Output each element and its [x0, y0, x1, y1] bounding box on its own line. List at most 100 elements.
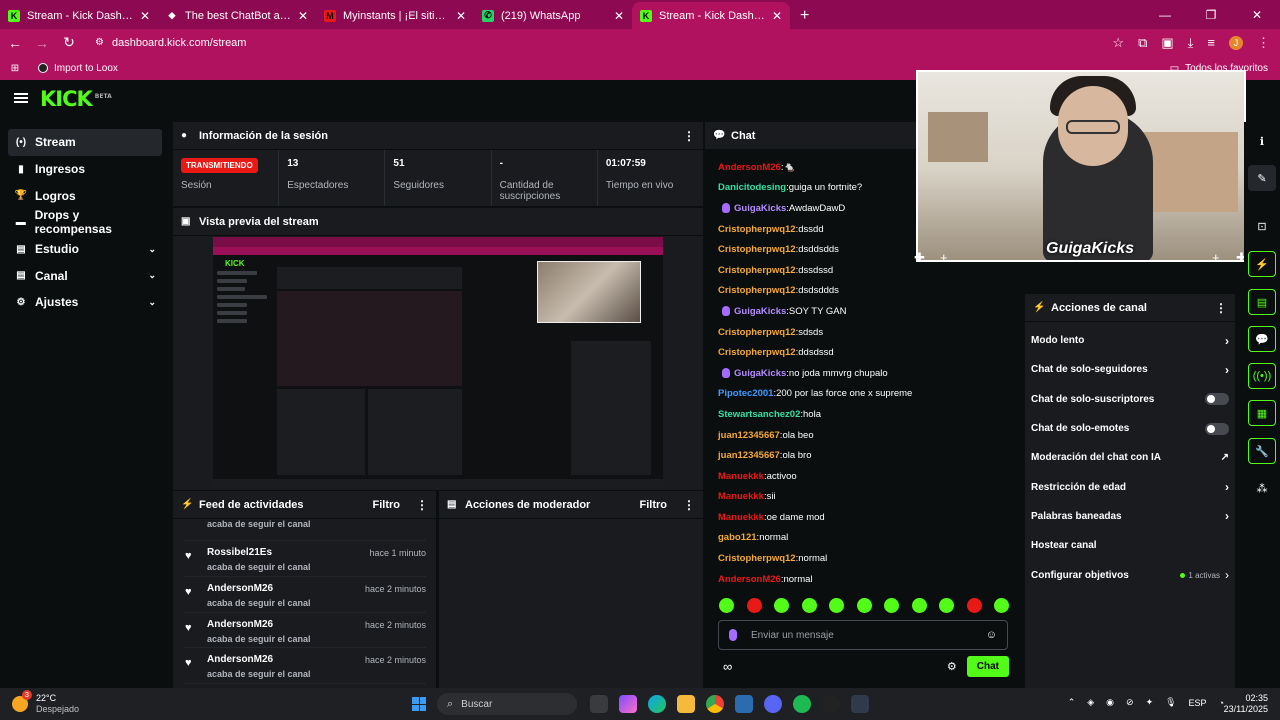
mod-filter-button[interactable]: Filtro [640, 499, 668, 511]
cam-add-right-icon[interactable]: + [1212, 250, 1220, 265]
tray-app2-icon[interactable]: ◉ [1106, 697, 1114, 708]
profile-avatar[interactable]: J [1229, 35, 1243, 50]
chat-username[interactable]: Stewartsanchez02 [718, 409, 800, 420]
channel-action-chat-de-solo-emotes[interactable]: Chat de solo-emotes [1025, 414, 1235, 443]
browser-tab[interactable]: K Stream - Kick Dashboard ✕ [632, 2, 790, 29]
taskbar-search[interactable]: ⌕ Buscar [437, 693, 577, 715]
reload-icon[interactable]: ↻ [57, 34, 81, 51]
chrome-icon[interactable] [706, 695, 724, 713]
spotify-icon[interactable] [793, 695, 811, 713]
feed-user[interactable]: Rossibel21Es [207, 547, 311, 558]
chat-username[interactable]: Cristopherpwq12 [718, 285, 796, 296]
tray-chevron-icon[interactable]: ⌃ [1068, 697, 1076, 708]
sidebar-item-ajustes[interactable]: ⚙ Ajustes ⌄ [8, 289, 162, 316]
emote-icon[interactable] [911, 598, 927, 613]
weather-widget[interactable]: 3 22°C Despejado [12, 690, 79, 715]
browser-tab[interactable]: ✆ (219) WhatsApp ✕ [474, 2, 632, 29]
broadcast-icon[interactable]: ((•)) [1248, 363, 1276, 389]
emote-icon[interactable] [856, 598, 872, 613]
chat-username[interactable]: Cristopherpwq12 [718, 347, 796, 358]
tab-close-icon[interactable]: ✕ [140, 9, 150, 23]
chat-username[interactable]: juan12345667 [718, 450, 780, 461]
emote-icon[interactable] [801, 598, 817, 613]
tools-icon[interactable]: 🔧 [1248, 438, 1276, 464]
chat-username[interactable]: gabo121 [718, 532, 757, 543]
start-icon[interactable] [412, 697, 426, 711]
kick-points-icon[interactable]: ∞ [723, 659, 732, 674]
toggle-switch[interactable] [1205, 393, 1229, 406]
task-view-icon[interactable] [590, 695, 608, 713]
emote-icon[interactable] [966, 598, 982, 613]
tab-close-icon[interactable]: ✕ [772, 9, 782, 23]
tab-close-icon[interactable]: ✕ [456, 9, 466, 23]
chat-username[interactable]: Manuekkk [718, 471, 764, 482]
channel-action-moderaci-n-del-chat-con-ia[interactable]: Moderación del chat con IA ↗ [1025, 443, 1235, 472]
language-indicator[interactable]: ESP [1189, 698, 1207, 708]
download-icon[interactable]: ⤓ [1188, 35, 1194, 51]
channel-action-chat-de-solo-suscriptores[interactable]: Chat de solo-suscriptores [1025, 385, 1235, 414]
chat-username[interactable]: Manuekkk [718, 491, 764, 502]
chat-username[interactable]: Pipotec2001 [718, 388, 773, 399]
store-icon[interactable] [735, 695, 753, 713]
back-icon[interactable]: ← [3, 35, 27, 51]
layout-icon[interactable]: ▦ [1248, 400, 1276, 426]
forward-icon[interactable]: → [30, 35, 54, 51]
emoji-icon[interactable]: ☺ [986, 629, 997, 641]
tray-app3-icon[interactable]: ⊘ [1126, 697, 1134, 708]
emote-icon[interactable] [994, 598, 1009, 613]
sidebar-item-logros[interactable]: 🏆 Logros [8, 182, 162, 209]
chat-username[interactable]: GuigaKicks [734, 203, 786, 214]
mic-icon[interactable]: 🎙 [1165, 697, 1176, 708]
channel-action-hostear-canal[interactable]: Hostear canal [1025, 531, 1235, 560]
emote-icon[interactable] [719, 598, 734, 613]
chat-input[interactable]: Enviar un mensaje ☺ [718, 620, 1008, 650]
chat-username[interactable]: Cristopherpwq12 [718, 265, 796, 276]
chat-username[interactable]: Cristopherpwq12 [718, 327, 796, 338]
media-icon[interactable]: ≡ [1207, 35, 1215, 50]
mod-more-icon[interactable]: ⋮ [683, 498, 695, 512]
sidebar-item-estudio[interactable]: ▤ Estudio ⌄ [8, 236, 162, 263]
chat-send-button[interactable]: Chat [966, 656, 1009, 677]
menu-icon[interactable]: ⋮ [1257, 35, 1270, 51]
browser-tab[interactable]: ◆ The best ChatBot and Widgets ✕ [158, 2, 316, 29]
session-more-icon[interactable]: ⋮ [683, 129, 695, 143]
app-icon[interactable] [851, 695, 869, 713]
edge-icon[interactable] [648, 695, 666, 713]
chat-username[interactable]: AndersonM26 [718, 162, 781, 173]
cam-resize-icon[interactable]: ✚ [914, 250, 925, 266]
info-icon[interactable]: ℹ [1248, 128, 1276, 154]
obs-icon[interactable] [822, 695, 840, 713]
feed-filter-button[interactable]: Filtro [373, 499, 401, 511]
chat-username[interactable]: Danicitodesing [718, 182, 786, 193]
feed-more-icon[interactable]: ⋮ [416, 498, 428, 512]
feed-user[interactable]: AndersonM26 [207, 619, 311, 630]
apps-grid-icon[interactable]: ⊞ [8, 63, 22, 74]
camera-icon[interactable]: ⊡ [1248, 213, 1276, 239]
webcam-overlay[interactable]: GuigaKicks [916, 70, 1246, 262]
bookmark-import-loox[interactable]: Import to Loox [38, 63, 118, 74]
cam-add-icon[interactable]: + [940, 250, 948, 265]
discord-icon[interactable] [764, 695, 782, 713]
hamburger-menu-icon[interactable] [14, 93, 28, 103]
sidebar-item-stream[interactable]: (•) Stream [8, 129, 162, 156]
channel-action-configurar-objetivos[interactable]: Configurar objetivos 1 activas › [1025, 560, 1235, 589]
channel-actions-more-icon[interactable]: ⋮ [1215, 301, 1227, 315]
sidebar-item-canal[interactable]: ▤ Canal ⌄ [8, 262, 162, 289]
chat-username[interactable]: Cristopherpwq12 [718, 224, 796, 235]
sidebar-item-ingresos[interactable]: ▮ Ingresos [8, 156, 162, 183]
chat-settings-icon[interactable]: ⚙ [947, 660, 957, 673]
tab-close-icon[interactable]: ✕ [298, 9, 308, 23]
chat-username[interactable]: juan12345667 [718, 430, 780, 441]
chat-username[interactable]: GuigaKicks [734, 306, 786, 317]
clock[interactable]: 02:35 23/11/2025 [1224, 693, 1268, 715]
file-explorer-icon[interactable] [677, 695, 695, 713]
toggle-switch[interactable] [1205, 422, 1229, 435]
close-window-icon[interactable]: ✕ [1234, 0, 1280, 29]
url-field[interactable]: ⚙ dashboard.kick.com/stream [95, 37, 1112, 49]
edit-icon[interactable]: ✎ [1248, 165, 1276, 191]
channel-action-restricci-n-de-edad[interactable]: Restricción de edad › [1025, 472, 1235, 501]
emote-icon[interactable] [829, 598, 844, 613]
minimize-icon[interactable]: — [1142, 0, 1188, 29]
browser-tab[interactable]: K Stream - Kick Dashboard ✕ [0, 2, 158, 29]
feed-user[interactable]: AndersonM26 [207, 583, 311, 594]
